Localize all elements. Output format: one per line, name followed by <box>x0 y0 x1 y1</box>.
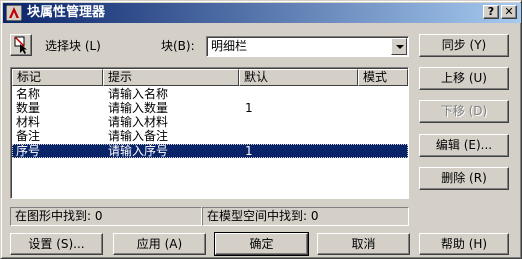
move-up-button[interactable]: 上移 (U) <box>419 67 509 90</box>
cell-default: 1 <box>245 101 253 115</box>
table-row[interactable]: 材料 请输入材料 <box>12 115 408 129</box>
move-down-button[interactable]: 下移 (D) <box>419 100 509 123</box>
table-row[interactable]: 数量 请输入数量 1 <box>12 101 408 115</box>
pick-cursor-icon <box>14 36 27 54</box>
column-header-prompt[interactable]: 提示 <box>103 69 239 86</box>
cell-tag: 名称 <box>16 87 41 101</box>
column-header-tag[interactable]: 标记 <box>12 69 103 86</box>
select-block-button[interactable] <box>10 34 32 56</box>
cell-tag: 材料 <box>16 115 41 129</box>
ok-button[interactable]: 确定 <box>214 232 309 256</box>
status-found-in-modelspace: 在模型空间中找到: 0 <box>202 207 409 226</box>
help-icon: ? <box>487 5 495 18</box>
window-title: 块属性管理器 <box>27 5 106 20</box>
cell-tag: 序号 <box>16 144 41 158</box>
help-button[interactable]: 帮助 (H) <box>419 233 509 255</box>
apply-button[interactable]: 应用 (A) <box>113 233 206 255</box>
close-icon: ✕ <box>504 5 514 18</box>
attribute-list[interactable]: 标记 提示 默认 模式 名称 请输入名称 数量 请输入数量 1 材料 请输入材料… <box>10 67 409 199</box>
block-select-value: 明细栏 <box>211 39 248 53</box>
status-found-in-drawing: 在图形中找到: 0 <box>10 207 202 226</box>
cell-prompt: 请输入材料 <box>108 115 169 129</box>
help-title-button[interactable]: ? <box>483 5 499 19</box>
cell-prompt: 请输入名称 <box>108 87 169 101</box>
table-row[interactable]: 名称 请输入名称 <box>12 87 408 101</box>
block-select[interactable]: 明细栏 <box>206 36 409 57</box>
cell-prompt: 请输入备注 <box>108 129 169 143</box>
delete-button[interactable]: 删除 (R) <box>419 167 509 190</box>
select-block-label: 选择块 (L) <box>45 39 101 53</box>
block-attribute-manager-dialog: 块属性管理器 ? ✕ 选择块 (L) 块(B): 明细栏 标记 提示 默认 模式… <box>0 0 522 259</box>
cell-tag: 备注 <box>16 129 41 143</box>
chevron-down-icon[interactable] <box>391 38 407 55</box>
block-label: 块(B): <box>161 39 195 53</box>
table-row-selected[interactable]: 序号 请输入序号 1 <box>12 144 408 158</box>
cell-default: 1 <box>245 144 253 158</box>
table-row[interactable]: 备注 请输入备注 <box>12 129 408 143</box>
settings-button[interactable]: 设置 (S)... <box>10 233 103 255</box>
edit-button[interactable]: 编辑 (E)... <box>419 134 509 157</box>
column-header-mode[interactable]: 模式 <box>358 69 408 86</box>
sync-button[interactable]: 同步 (Y) <box>419 34 509 57</box>
title-bar[interactable]: 块属性管理器 ? ✕ <box>3 3 521 23</box>
column-header-default[interactable]: 默认 <box>239 69 358 86</box>
cancel-button[interactable]: 取消 <box>317 233 410 255</box>
cell-tag: 数量 <box>16 101 41 115</box>
autocad-app-icon <box>6 5 22 21</box>
cell-prompt: 请输入序号 <box>108 144 169 158</box>
close-button[interactable]: ✕ <box>501 5 517 19</box>
cell-prompt: 请输入数量 <box>108 101 169 115</box>
